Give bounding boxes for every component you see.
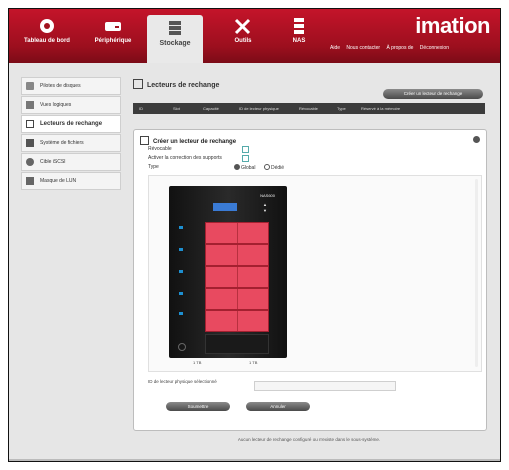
create-spare-button[interactable]: Créer un lecteur de rechange [383, 89, 483, 99]
drive-icon [105, 22, 121, 31]
sidebar-item-filesystem[interactable]: Système de fichiers [21, 134, 121, 152]
top-navigation-bar: Tableau de bord Périphérique Stockage Ou… [9, 9, 500, 63]
type-option-label: Global [241, 165, 256, 171]
about-link[interactable]: À propos de [386, 45, 413, 51]
page-title: Lecteurs de rechange [133, 79, 219, 89]
drive-bay[interactable] [205, 266, 269, 288]
nav-peripheral[interactable]: Périphérique [85, 13, 141, 61]
selected-drive-label: ID de lecteur physique sélectionné [148, 379, 217, 384]
help-link[interactable]: Aide [330, 45, 340, 51]
create-spare-panel: Créer un lecteur de rechange Révocable A… [133, 129, 487, 431]
device-model-label: NAS600 [260, 193, 275, 198]
nav-storage[interactable]: Stockage [147, 15, 203, 63]
radio-selected-icon [234, 164, 240, 170]
disk-icon [26, 82, 34, 90]
folder-icon [26, 139, 34, 147]
type-dedicated-option[interactable]: Dédié [264, 164, 284, 171]
radio-unselected-icon [264, 164, 270, 170]
media-correction-checkbox[interactable] [242, 155, 249, 162]
column-header[interactable]: Révocable [299, 103, 318, 114]
cancel-button[interactable]: Annuler [246, 402, 310, 411]
sidebar-item-label: Pilotes de disques [40, 83, 81, 89]
network-icon [26, 158, 34, 166]
nav-label: Tableau de bord [24, 38, 70, 44]
status-message: Aucun lecteur de rechange configuré ou n… [237, 437, 381, 442]
window-frame: Tableau de bord Périphérique Stockage Ou… [0, 0, 509, 470]
media-correction-label: Activer la correction des supports [148, 155, 222, 161]
nav-label: Périphérique [94, 38, 132, 44]
revocable-label: Révocable [148, 146, 172, 152]
type-global-option[interactable]: Global [234, 164, 255, 171]
type-label: Type [148, 164, 159, 170]
bottom-divider [9, 459, 500, 461]
logout-link[interactable]: Déconnexion [420, 45, 449, 51]
drive-bay-empty [205, 334, 269, 354]
device-arrow-buttons: ▲ ▼ [263, 202, 267, 213]
column-header[interactable]: ID de lecteur physique [239, 103, 279, 114]
volume-icon [26, 101, 34, 109]
nav-tools[interactable]: Outils [215, 13, 271, 61]
dashboard-icon [40, 19, 54, 33]
main-panel: Lecteurs de rechange Créer un lecteur de… [127, 75, 491, 455]
drive-bay[interactable] [205, 222, 269, 244]
lcd-display [213, 203, 237, 211]
nav-dashboard[interactable]: Tableau de bord [19, 13, 75, 61]
device-preview: NAS600 ▲ ▼ 1 TB 1 TB [148, 175, 482, 372]
status-led-icon [179, 292, 183, 295]
column-header[interactable]: Capacité [203, 103, 219, 114]
bay-capacity-label: 1 TB [249, 360, 258, 365]
sidebar-item-lun[interactable]: Masque de LUN [21, 172, 121, 190]
drive-bay[interactable] [205, 244, 269, 266]
spare-icon [133, 79, 143, 89]
nav-nas[interactable]: NAS [271, 13, 327, 61]
bay-capacity-label: 1 TB [193, 360, 202, 365]
type-option-label: Dédié [271, 165, 285, 171]
spare-icon [140, 136, 149, 145]
sidebar-item-label: Cible iSCSI [40, 159, 66, 165]
sidebar: Pilotes de disques Vues logiques Lecteur… [21, 77, 121, 197]
column-header[interactable]: Type [337, 103, 346, 114]
storage-icon [169, 21, 181, 35]
nav-label: Stockage [159, 40, 191, 47]
sidebar-item-label: Masque de LUN [40, 178, 77, 184]
nav-label: Outils [234, 38, 252, 44]
status-led-icon [179, 312, 183, 315]
nav-label: NAS [292, 38, 306, 44]
status-led-icon [179, 226, 183, 229]
status-led-icon [179, 270, 183, 273]
column-header[interactable]: Slot [173, 103, 180, 114]
drive-bay[interactable] [205, 288, 269, 310]
panel-title-text: Créer un lecteur de rechange [153, 139, 237, 145]
top-links: Aide Nous contacter À propos de Déconnex… [330, 45, 470, 52]
selected-drive-input[interactable] [254, 381, 396, 391]
status-led-icon [179, 248, 183, 251]
sidebar-item-disks[interactable]: Pilotes de disques [21, 77, 121, 95]
panel-title: Créer un lecteur de rechange [140, 136, 236, 145]
column-header[interactable]: Réservé à la mémoire [361, 103, 400, 114]
power-button-icon [178, 343, 186, 351]
page-title-text: Lecteurs de rechange [147, 82, 220, 89]
content-area: Pilotes de disques Vues logiques Lecteur… [9, 63, 500, 461]
lun-icon [26, 177, 34, 185]
brand-logo: imation [415, 13, 490, 38]
spare-icon [26, 120, 34, 128]
column-header[interactable]: ID [139, 103, 143, 114]
table-header: ID Slot Capacité ID de lecteur physique … [133, 103, 485, 114]
nas-device-image: NAS600 ▲ ▼ [169, 186, 287, 358]
sidebar-item-label: Système de fichiers [40, 140, 84, 146]
sidebar-item-label: Lecteurs de rechange [40, 121, 103, 127]
sidebar-item-iscsi[interactable]: Cible iSCSI [21, 153, 121, 171]
drive-bay[interactable] [205, 310, 269, 332]
revocable-checkbox[interactable] [242, 146, 249, 153]
preview-scrollbar[interactable] [475, 179, 478, 367]
sidebar-item-label: Vues logiques [40, 102, 72, 108]
submit-button[interactable]: Soumettre [166, 402, 230, 411]
sidebar-item-spares[interactable]: Lecteurs de rechange [21, 115, 121, 133]
contact-link[interactable]: Nous contacter [346, 45, 380, 51]
app-screen: Tableau de bord Périphérique Stockage Ou… [8, 8, 501, 462]
tools-icon [234, 18, 251, 35]
gear-icon[interactable] [473, 136, 480, 143]
nas-icon [294, 18, 304, 34]
sidebar-item-volumes[interactable]: Vues logiques [21, 96, 121, 114]
